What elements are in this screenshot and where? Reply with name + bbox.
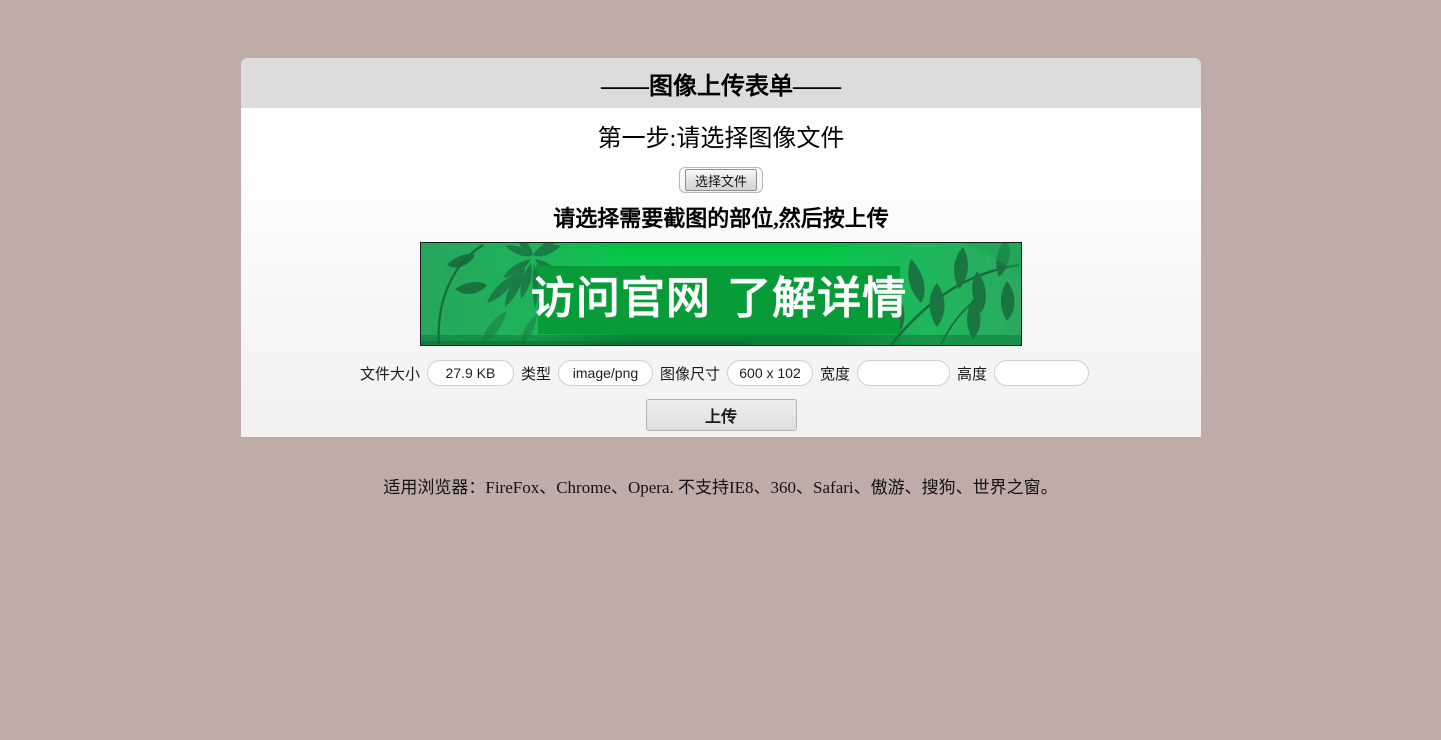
image-dimensions-label: 图像尺寸 bbox=[659, 366, 720, 383]
upload-form-panel: ——图像上传表单—— 第一步:请选择图像文件 选择文件 请选择需要截图的部位,然… bbox=[241, 58, 1201, 437]
page-title: ——图像上传表单—— bbox=[601, 73, 841, 100]
choose-file-button[interactable]: 选择文件 bbox=[684, 169, 757, 191]
image-preview[interactable]: 访问官网 了解详情 bbox=[420, 242, 1022, 346]
browser-support-note: 适用浏览器：FireFox、Chrome、Opera. 不支持IE8、360、S… bbox=[383, 478, 1058, 497]
preview-area: 访问官网 了解详情 bbox=[241, 242, 1201, 346]
page-root: ——图像上传表单—— 第一步:请选择图像文件 选择文件 请选择需要截图的部位,然… bbox=[0, 0, 1441, 740]
step-one-heading: 第一步:请选择图像文件 bbox=[597, 126, 845, 152]
file-size-input[interactable] bbox=[426, 360, 514, 386]
crop-width-label: 宽度 bbox=[820, 366, 851, 383]
panel-body: 第一步:请选择图像文件 选择文件 请选择需要截图的部位,然后按上传 访问官网 了… bbox=[241, 108, 1201, 437]
image-dimensions-input[interactable] bbox=[727, 360, 813, 386]
metadata-row: 文件大小 类型 图像尺寸 宽度 高度 bbox=[241, 360, 1201, 386]
crop-instruction-heading: 请选择需要截图的部位,然后按上传 bbox=[553, 206, 889, 231]
upload-button[interactable]: 上传 bbox=[645, 399, 797, 431]
file-size-label: 文件大小 bbox=[359, 366, 420, 383]
banner-headline: 访问官网 了解详情 bbox=[530, 273, 908, 324]
banner-text-box: 访问官网 了解详情 bbox=[531, 266, 906, 334]
file-type-input[interactable] bbox=[557, 360, 653, 386]
crop-height-input[interactable] bbox=[994, 360, 1090, 386]
crop-width-input[interactable] bbox=[857, 360, 951, 386]
file-select-row: 选择文件 bbox=[241, 165, 1201, 195]
crop-height-label: 高度 bbox=[957, 366, 988, 383]
panel-header: ——图像上传表单—— bbox=[241, 58, 1201, 108]
file-type-label: 类型 bbox=[520, 366, 551, 383]
upload-row: 上传 bbox=[241, 399, 1201, 431]
file-input[interactable]: 选择文件 bbox=[678, 167, 763, 193]
